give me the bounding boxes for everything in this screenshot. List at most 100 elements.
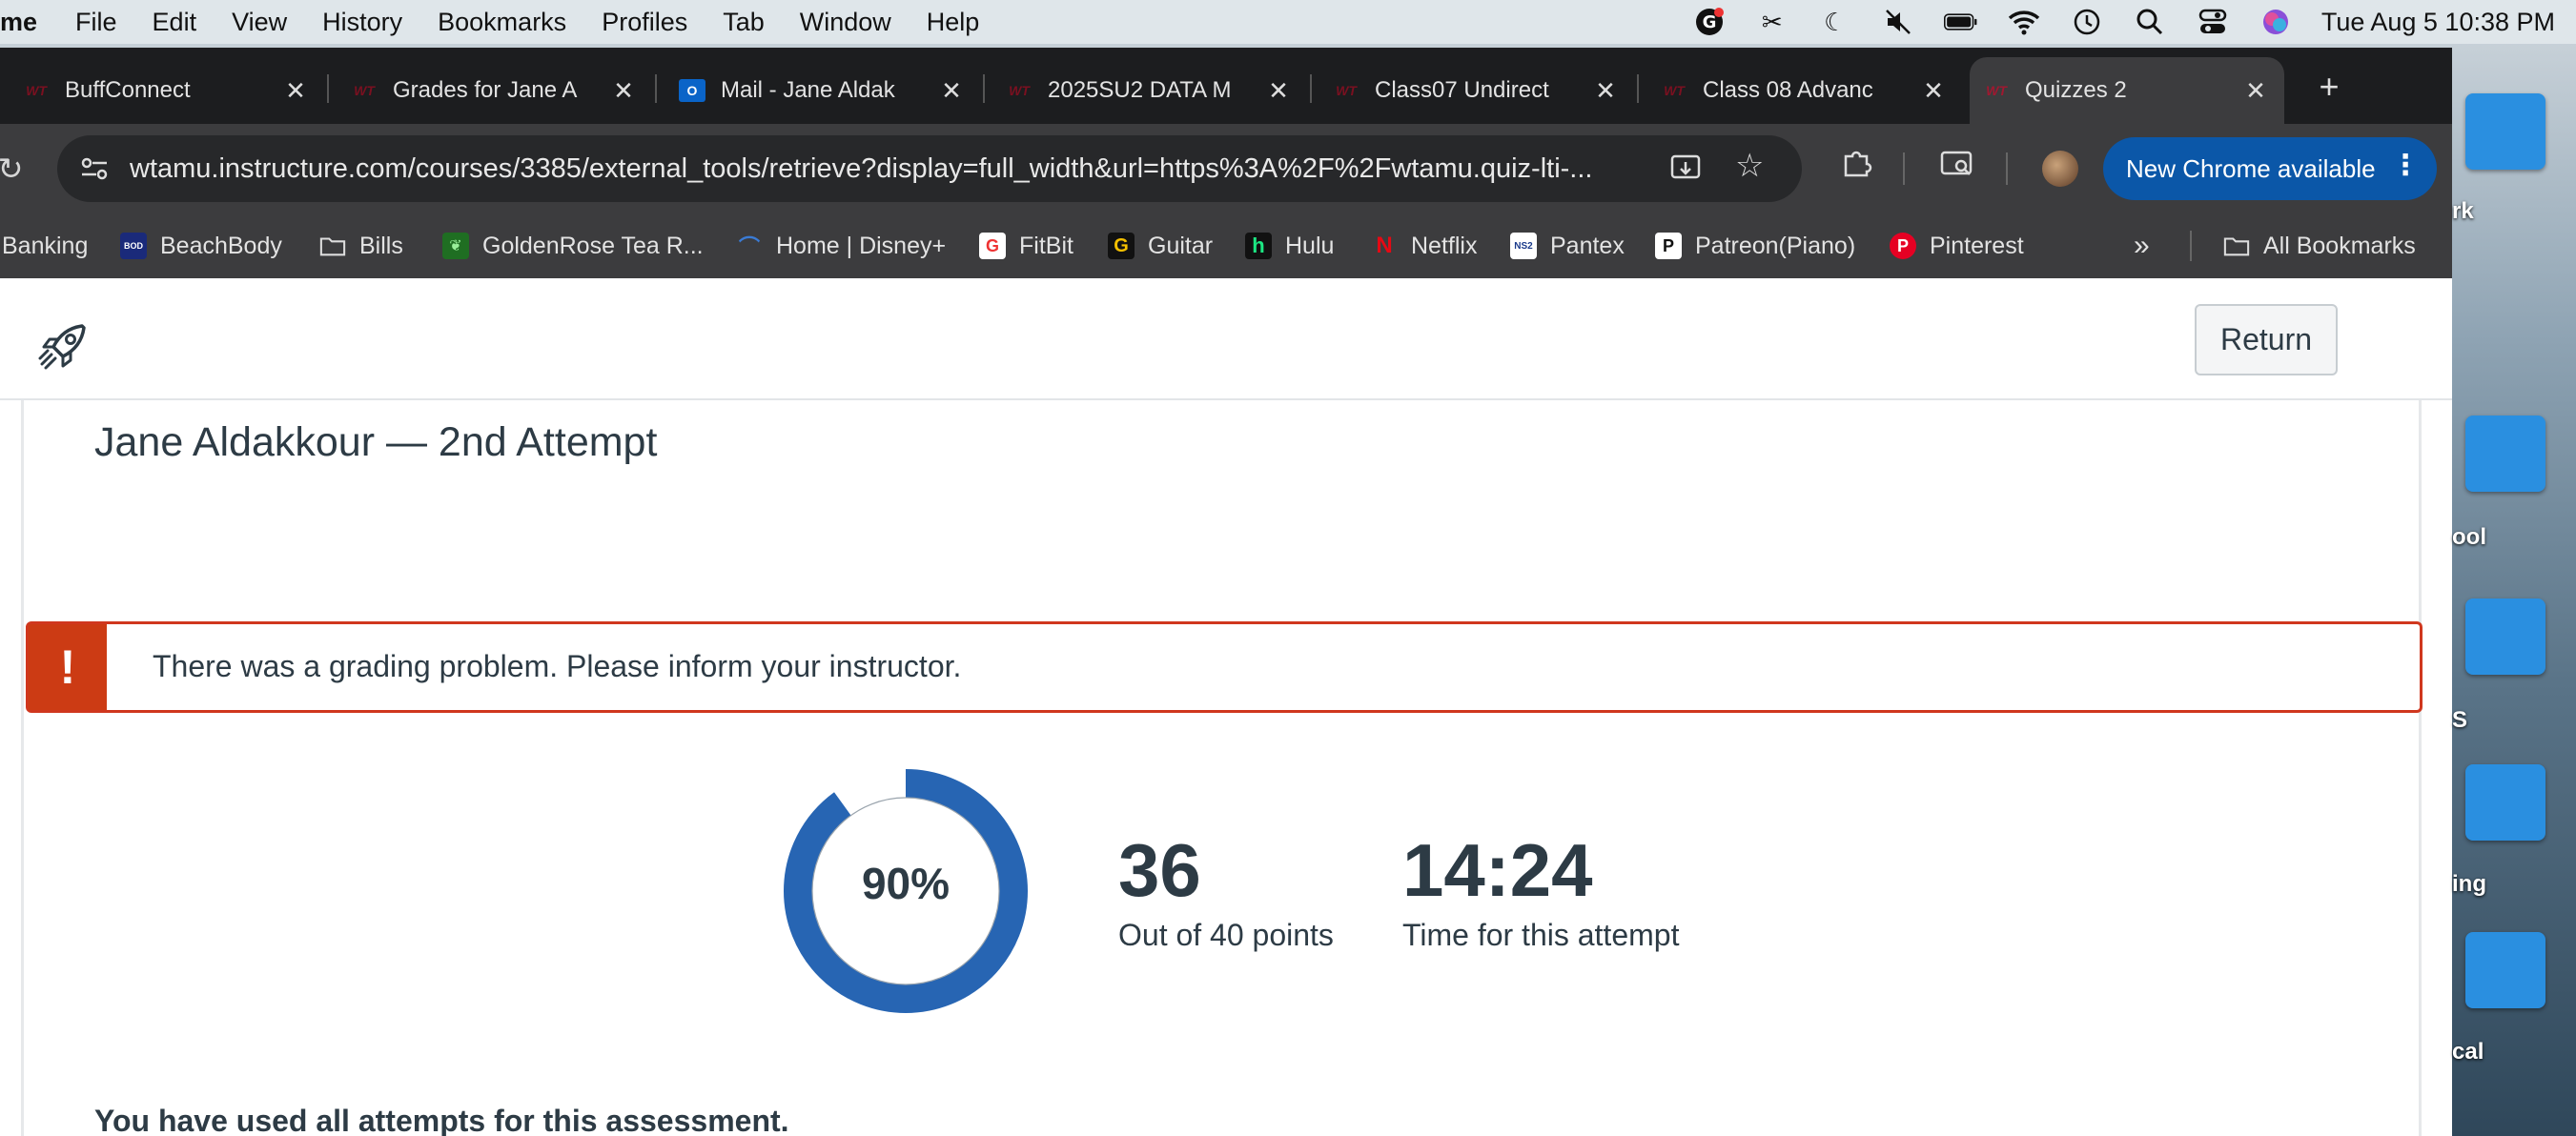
menu-bookmarks[interactable]: Bookmarks — [438, 8, 566, 37]
bookmark-label: GoldenRose Tea R... — [482, 232, 704, 259]
tab-divider — [1310, 74, 1312, 103]
menu-bar-status-area: G ✂ ☾ Tue Aug 5 10:38 PM — [1692, 0, 2555, 44]
new-chrome-available-button[interactable]: New Chrome available ⋮ — [2103, 137, 2437, 200]
tab-grades[interactable]: WT Grades for Jane A ✕ — [351, 57, 637, 124]
scissors-icon[interactable]: ✂ — [1755, 5, 1789, 39]
menu-window[interactable]: Window — [800, 8, 891, 37]
desktop-item-label: cal — [2452, 1039, 2484, 1065]
desktop-folder-icon[interactable] — [2465, 932, 2545, 1008]
menu-app-name[interactable]: me — [0, 8, 37, 37]
update-label: New Chrome available — [2126, 153, 2376, 183]
battery-icon[interactable] — [1943, 5, 1978, 39]
svg-text:G: G — [1702, 12, 1716, 32]
bookmark-label: Guitar — [1148, 232, 1214, 259]
menu-clock[interactable]: Tue Aug 5 10:38 PM — [2321, 8, 2555, 37]
desktop-item-label: S — [2452, 707, 2468, 733]
install-app-icon[interactable] — [1668, 151, 1707, 189]
bookmark-disney[interactable]: ⌒ Home | Disney+ — [736, 229, 946, 263]
google-icon: G — [979, 233, 1006, 259]
reload-icon[interactable]: ↻ — [0, 145, 34, 193]
tab-title: Class07 Undirect — [1375, 77, 1549, 103]
bookmark-netflix[interactable]: N Netflix — [1371, 229, 1477, 263]
desktop-folder-icon[interactable] — [2465, 93, 2545, 170]
bookmark-banking[interactable]: Banking — [2, 229, 88, 263]
bookmark-star-icon[interactable]: ☆ — [1735, 147, 1764, 185]
menu-history[interactable]: History — [322, 8, 402, 37]
bookmark-pantex[interactable]: NS2 Pantex — [1510, 229, 1625, 263]
return-button[interactable]: Return — [2195, 304, 2338, 375]
desktop-folder-icon[interactable] — [2465, 598, 2545, 675]
netflix-icon: N — [1376, 233, 1393, 258]
grammarly-icon[interactable]: G — [1692, 5, 1727, 39]
toolbar-divider — [1903, 152, 1905, 185]
bookmark-label: Hulu — [1285, 232, 1335, 259]
new-tab-button[interactable]: + — [2307, 65, 2351, 109]
macos-menu-bar: me File Edit View History Bookmarks Prof… — [0, 0, 2576, 44]
rocket-icon — [38, 324, 86, 370]
wt-favicon-icon: WT — [1664, 83, 1685, 98]
tab-title: Grades for Jane A — [393, 77, 578, 103]
patreon-icon: P — [1655, 233, 1682, 259]
desktop-folder-icon[interactable] — [2465, 416, 2545, 492]
tab-data-course[interactable]: WT 2025SU2 DATA M ✕ — [1006, 57, 1292, 124]
grading-problem-alert: ! There was a grading problem. Please in… — [26, 621, 2423, 713]
tab-class07[interactable]: WT Class07 Undirect ✕ — [1333, 57, 1619, 124]
menu-view[interactable]: View — [232, 8, 287, 37]
close-icon[interactable]: ✕ — [2242, 76, 2269, 106]
siri-icon[interactable] — [2259, 5, 2293, 39]
bookmark-pinterest[interactable]: P Pinterest — [1890, 229, 2024, 263]
hulu-icon: h — [1245, 233, 1272, 259]
more-menu-icon[interactable]: ⋮ — [2391, 149, 2420, 182]
menu-tab[interactable]: Tab — [723, 8, 765, 37]
tab-mail[interactable]: O Mail - Jane Aldak ✕ — [679, 57, 965, 124]
bookmark-bills[interactable]: Bills — [319, 229, 403, 263]
menu-edit[interactable]: Edit — [153, 8, 197, 37]
bookmark-guitar[interactable]: G Guitar — [1108, 229, 1213, 263]
mute-icon[interactable] — [1881, 5, 1915, 39]
time-machine-icon[interactable] — [2070, 5, 2104, 39]
all-bookmarks-label: All Bookmarks — [2263, 232, 2416, 259]
tab-search-icon[interactable] — [1933, 145, 1981, 193]
bookmark-beachbody[interactable]: BOD BeachBody — [120, 229, 282, 263]
wifi-icon[interactable] — [2007, 5, 2041, 39]
close-icon[interactable]: ✕ — [1592, 76, 1619, 106]
menu-file[interactable]: File — [75, 8, 117, 37]
address-bar[interactable]: wtamu.instructure.com/courses/3385/exter… — [57, 135, 1802, 202]
close-icon[interactable]: ✕ — [610, 76, 637, 106]
pinterest-icon: P — [1890, 233, 1916, 259]
control-center-icon[interactable] — [2196, 5, 2230, 39]
close-icon[interactable]: ✕ — [282, 76, 309, 106]
all-bookmarks-folder[interactable]: All Bookmarks — [2223, 229, 2416, 263]
wt-favicon-icon: WT — [1009, 83, 1030, 98]
bookmark-goldenrose[interactable]: ❦ GoldenRose Tea R... — [442, 229, 704, 263]
tab-buffconnect[interactable]: WT BuffConnect ✕ — [23, 57, 309, 124]
close-icon[interactable]: ✕ — [938, 76, 965, 106]
bookmark-fitbit[interactable]: G FitBit — [979, 229, 1073, 263]
page-header: Return — [0, 278, 2452, 400]
close-icon[interactable]: ✕ — [1920, 76, 1947, 106]
more-bookmarks-chevron-icon[interactable]: » — [2134, 229, 2150, 263]
close-icon[interactable]: ✕ — [1265, 76, 1292, 106]
bookmark-label: Home | Disney+ — [776, 232, 947, 259]
bookmark-hulu[interactable]: h Hulu — [1245, 229, 1334, 263]
extensions-icon[interactable] — [1832, 145, 1880, 193]
site-info-icon[interactable] — [78, 152, 111, 185]
tab-divider — [1637, 74, 1639, 103]
folder-icon — [319, 233, 346, 259]
search-icon[interactable] — [2133, 5, 2167, 39]
tab-title: Quizzes 2 — [2025, 77, 2127, 103]
bookmark-patreon[interactable]: P Patreon(Piano) — [1655, 229, 1855, 263]
url-text[interactable]: wtamu.instructure.com/courses/3385/exter… — [130, 153, 1674, 185]
bookmark-label: BeachBody — [160, 232, 282, 259]
menu-help[interactable]: Help — [927, 8, 980, 37]
profile-avatar[interactable] — [2042, 151, 2078, 187]
disney-icon: ⌒ — [738, 235, 760, 259]
bookmark-label: Patreon(Piano) — [1695, 232, 1856, 259]
alert-message: There was a grading problem. Please info… — [153, 649, 962, 683]
bookmark-label: Bills — [359, 232, 403, 259]
tab-class08[interactable]: WT Class 08 Advanc ✕ — [1661, 57, 1947, 124]
tab-quizzes-active[interactable]: WT Quizzes 2 ✕ — [1970, 57, 2284, 124]
desktop-folder-icon[interactable] — [2465, 764, 2545, 841]
menu-profiles[interactable]: Profiles — [602, 8, 687, 37]
moon-icon[interactable]: ☾ — [1818, 5, 1852, 39]
